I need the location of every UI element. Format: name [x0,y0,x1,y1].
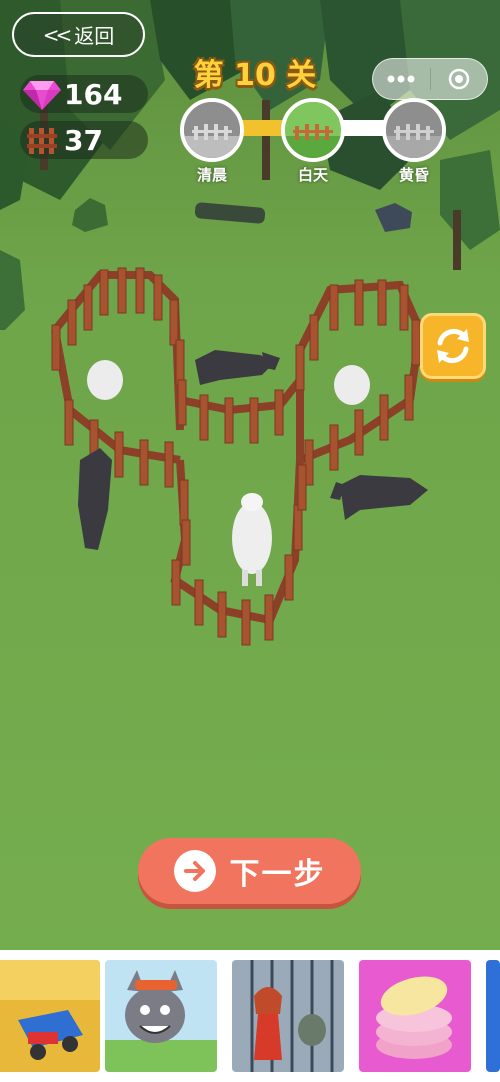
more-menu-button[interactable] [373,59,430,99]
stage-label-dusk: 黄昏 [398,166,429,184]
ad-tile-wolf[interactable] [105,960,217,1072]
wolf-cartoon-game-icon [105,960,217,1072]
fence-count: 37 [64,123,103,157]
more-dots-icon [387,75,415,83]
gem-counter: 164 [20,75,148,113]
ad-tile-partial[interactable] [486,960,500,1072]
back-button[interactable]: << 返回 [12,12,145,57]
refresh-icon [437,328,469,364]
ad-tile-donut[interactable] [359,960,471,1072]
stage-day-icon [281,98,345,162]
double-chevron-left-icon: << [42,22,72,47]
ad-tile-harvester[interactable] [0,960,100,1072]
gem-count: 164 [64,77,123,111]
next-step-button[interactable]: 下一步 [138,838,361,904]
target-circle-icon [448,68,469,90]
stage-label-day: 白天 [297,166,328,184]
next-step-label: 下一步 [229,857,326,892]
arrow-right-icon [173,850,216,892]
diamond-icon [20,75,64,113]
mini-program-capsule [372,58,488,100]
level-title: 第 10 关 [193,58,317,93]
fence-icon [20,121,64,159]
harvester-game-icon [0,960,100,1072]
ad-tile-girl[interactable] [232,960,344,1072]
stage-label-morning: 清晨 [196,166,227,184]
close-program-button[interactable] [431,59,488,99]
girl-escape-game-icon [232,960,344,1072]
fence-counter: 37 [20,121,148,159]
stage-dusk-icon [382,98,446,162]
stage-morning-icon [180,98,244,162]
restart-button[interactable] [420,313,486,379]
donut-game-icon [359,960,471,1072]
back-label: 返回 [74,24,115,48]
